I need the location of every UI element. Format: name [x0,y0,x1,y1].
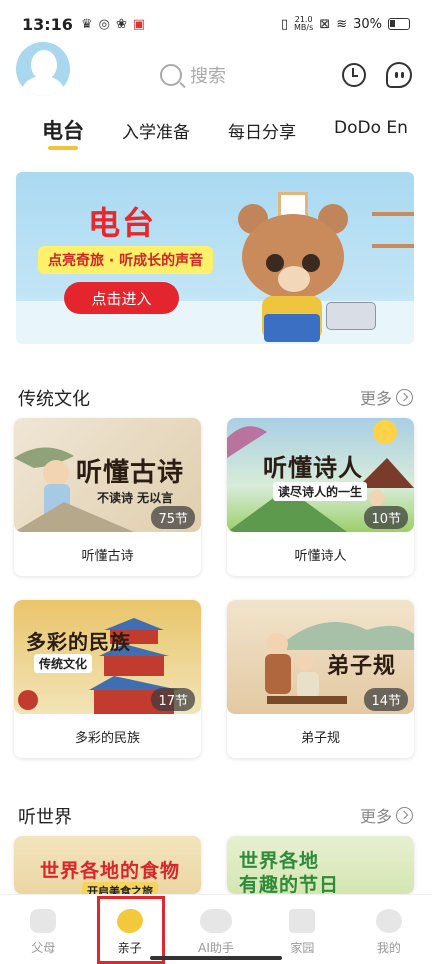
more-label: 更多 [360,389,393,408]
robot-icon [200,909,233,933]
bear-head [242,214,344,300]
banner-subtitle: 点亮奇旅 · 听成长的声音 [38,246,214,274]
crown-icon: ♛ [80,16,93,32]
card-label: 听懂诗人 [294,548,347,564]
avatar-body [22,76,64,96]
banner-title: 电台 [88,204,157,242]
card-image: 多彩的民族 传统文化 17节 [14,600,201,714]
bottom-navigation: 父母 亲子 AI助手 家园 我的 [0,894,432,964]
more-link-listen-world[interactable]: 更多 [360,803,414,827]
sim-icon: ⊠ [319,16,331,32]
section-title-listen-world: 听世界 [18,807,72,828]
search-icon [160,64,182,86]
search-bar[interactable]: 搜索 [160,62,226,88]
red-app-icon: ▣ [132,16,146,32]
chevron-right-icon [396,388,414,406]
card-image-title-2: 有趣的节日 [239,874,340,894]
card-image-title: 听懂古诗 [76,458,185,488]
lesson-count-badge: 14节 [364,688,408,711]
card-image-subtitle: 开启美食之旅 [82,882,158,894]
card-image-title: 弟子规 [327,654,397,679]
nav-label: 家园 [290,941,315,955]
shelf-bottom [372,244,414,248]
message-icon[interactable] [386,62,412,88]
status-time: 13:16 [22,14,73,34]
card-image-title: 多彩的民族 [26,630,131,654]
shelf-top [372,212,414,216]
header: 搜索 [0,40,432,110]
profile-icon [375,909,402,933]
course-card-world-food[interactable]: 世界各地的食物 开启美食之旅 [14,836,201,894]
card-image: 听懂古诗 不读诗 无以言 75节 [14,418,201,532]
card-image-subtitle: 读尽诗人的一生 [273,482,368,501]
section-title-traditional-culture: 传统文化 [18,389,90,410]
course-card-ancient-poems[interactable]: 听懂古诗 不读诗 无以言 75节 听懂古诗 [14,418,201,576]
radio-banner[interactable]: 电台 点亮奇旅 · 听成长的声音 点击进入 [16,172,414,344]
net-speed: 21.0 MB/s [294,16,313,32]
tab-school-prep[interactable]: 入学准备 [122,110,190,143]
card-image-subtitle: 传统文化 [34,654,93,673]
vibrate-icon: ▯ [280,16,289,32]
card-image: 世界各地 有趣的节日 [227,836,414,894]
card-image: 世界各地的食物 开启美食之旅 [14,836,201,894]
course-card-ethnic-groups[interactable]: 多彩的民族 传统文化 17节 多彩的民族 [14,600,201,758]
course-card-poets[interactable]: 听懂诗人 读尽诗人的一生 10节 听懂诗人 [227,418,414,576]
highlight-box [97,896,165,964]
history-icon[interactable] [342,63,366,87]
tab-daily-share[interactable]: 每日分享 [228,110,296,143]
avatar[interactable] [16,42,70,96]
category-tabs: 电台 入学准备 每日分享 DoDo En [0,110,432,156]
card-image-title: 听懂诗人 [263,454,363,482]
nav-ai-assistant[interactable]: AI助手 [173,895,259,964]
card-image-title: 世界各地的食物 [40,860,181,882]
card-image-title: 世界各地 [239,850,320,872]
more-link-traditional-culture[interactable]: 更多 [360,385,414,409]
course-card-dizigui[interactable]: 弟子规 14节 弟子规 [227,600,414,758]
paw-icon: ❀ [115,16,127,32]
home-indicator [150,956,282,960]
notification-icons: ♛ ◎ ❀ ▣ [81,17,145,32]
lesson-count-badge: 75节 [151,506,195,529]
bear-muzzle [278,266,310,292]
nav-label: 我的 [376,941,401,955]
card-image: 弟子规 14节 [227,600,414,714]
search-placeholder: 搜索 [190,66,226,87]
more-label: 更多 [360,807,393,826]
nav-label: AI助手 [198,941,234,955]
enter-button[interactable]: 点击进入 [64,282,179,314]
battery-icon [388,18,410,30]
tab-radio[interactable]: 电台 [42,110,84,150]
battery-percent: 30% [353,16,382,32]
bus-icon [289,909,316,933]
card-image: 听懂诗人 读尽诗人的一生 10节 [227,418,414,532]
card-label: 听懂古诗 [81,548,134,564]
house-icon [30,909,57,933]
nav-home-school[interactable]: 家园 [259,895,345,964]
nav-parents[interactable]: 父母 [0,895,86,964]
card-label: 弟子规 [300,730,340,746]
app-icon: ◎ [98,16,110,32]
lesson-count-badge: 17节 [151,688,195,711]
nav-profile[interactable]: 我的 [346,895,432,964]
net-speed-unit: MB/s [294,23,314,32]
tab-dodo-english[interactable]: DoDo En [334,110,408,138]
card-image-subtitle: 不读诗 无以言 [97,491,174,505]
bear-pants [264,314,320,342]
course-card-world-festivals[interactable]: 世界各地 有趣的节日 [227,836,414,894]
lesson-count-badge: 10节 [364,506,408,529]
card-label: 多彩的民族 [74,730,140,746]
chevron-right-icon [396,806,414,824]
wifi-icon: ≋ [336,16,348,32]
nav-label: 父母 [31,941,56,955]
radio-illustration [326,302,376,330]
